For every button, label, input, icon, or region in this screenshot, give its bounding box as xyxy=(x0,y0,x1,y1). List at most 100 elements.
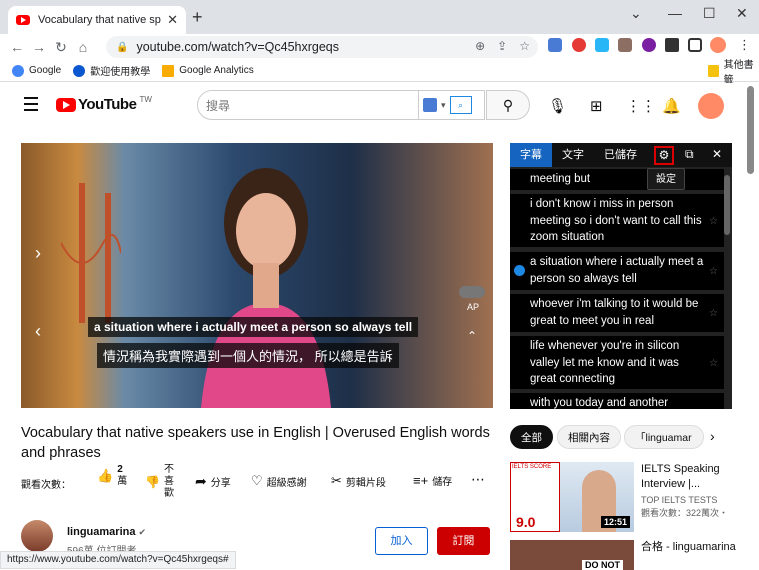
more-actions-icon[interactable]: ⋯ xyxy=(471,471,485,488)
avatar[interactable] xyxy=(698,93,724,119)
autoplay-toggle[interactable] xyxy=(459,286,485,298)
maximize-button[interactable]: ☐ xyxy=(703,5,716,22)
views-label: 觀看次數： xyxy=(21,480,71,491)
opera-extension-icon[interactable] xyxy=(572,38,586,52)
subtitle-line[interactable]: meeting but xyxy=(510,169,724,190)
save-button[interactable]: ≡+ 儲存 xyxy=(413,473,452,488)
bookmark-analytics[interactable]: Google Analytics xyxy=(162,64,254,77)
star-icon[interactable]: ☆ xyxy=(709,214,718,231)
lock-icon: 🔒 xyxy=(116,41,129,53)
chip-related[interactable]: 相關內容 xyxy=(557,425,621,449)
tab-saved[interactable]: 已儲存 xyxy=(594,143,647,167)
previous-arrow-icon[interactable]: › xyxy=(35,243,41,264)
tab-search-chevron-icon[interactable]: ⌄ xyxy=(630,5,642,22)
youtube-play-icon xyxy=(56,97,76,112)
related-views: 觀看次數：322萬次・ xyxy=(641,508,729,518)
related-thumbnail[interactable]: DO NOT xyxy=(510,540,634,570)
search-input[interactable]: 搜尋 xyxy=(197,90,419,120)
browser-tab-strip: Vocabulary that native speakers use ✕ + … xyxy=(0,0,759,34)
home-icon[interactable]: ⌂ xyxy=(72,39,94,55)
duration-badge: 12:51 xyxy=(600,516,630,528)
back-arrow-icon[interactable]: ‹ xyxy=(35,321,41,342)
translate-icon[interactable] xyxy=(423,98,437,112)
install-app-icon[interactable]: ⊕ xyxy=(475,39,485,53)
reload-icon[interactable]: ↻ xyxy=(50,39,72,56)
add-to-playlist-icon: ≡+ xyxy=(413,473,429,488)
bookmark-star-icon[interactable]: ☆ xyxy=(519,39,530,53)
share-button[interactable]: ➦ 分享 xyxy=(195,473,231,490)
subtitle-line[interactable]: whoever i'm talking to it would be great… xyxy=(510,294,724,332)
dropdown-arrow-icon[interactable]: ▾ xyxy=(441,100,446,111)
like-button[interactable]: 👍 2 萬 xyxy=(97,464,127,488)
hamburger-menu-icon[interactable] xyxy=(24,97,38,115)
close-tab-icon[interactable]: ✕ xyxy=(167,12,178,28)
notifications-bell-icon[interactable]: 🔔 xyxy=(662,97,681,115)
subtitle-line[interactable]: life whenever you're in silicon valley l… xyxy=(510,336,724,389)
extension-icon[interactable] xyxy=(642,38,656,52)
dislike-button[interactable]: 👎 不喜歡 xyxy=(145,464,175,500)
star-icon[interactable]: ☆ xyxy=(709,306,718,323)
tab-text[interactable]: 文字 xyxy=(552,143,594,167)
video-player[interactable]: › ‹ AP ⌃ a situation where i actually me… xyxy=(21,143,493,408)
tab-subtitles[interactable]: 字幕 xyxy=(510,143,552,167)
bridge-background-image xyxy=(61,183,121,323)
folder-icon xyxy=(708,64,719,77)
close-panel-icon[interactable]: ✕ xyxy=(712,147,722,161)
subtitle-line[interactable]: with you today and another xyxy=(510,393,724,409)
tab-title: Vocabulary that native speakers use xyxy=(38,14,161,26)
browser-tab[interactable]: Vocabulary that native speakers use ✕ xyxy=(8,6,186,34)
popout-icon[interactable]: ⧉ xyxy=(685,147,694,162)
back-icon[interactable]: ← xyxy=(6,39,28,55)
subscribe-button[interactable]: 訂閱 xyxy=(437,527,490,555)
youtube-favicon-icon xyxy=(16,15,30,25)
address-bar[interactable]: 🔒 youtube.com/watch?v=Qc45hxrgeqs ⊕ ⇪ ☆ xyxy=(106,36,538,58)
related-thumbnail[interactable]: IELTS SCORE 9.0 12:51 xyxy=(510,462,634,532)
channel-avatar[interactable] xyxy=(21,520,53,552)
page-scrollbar[interactable] xyxy=(747,86,754,174)
ap-label: AP xyxy=(467,302,480,312)
new-tab-button[interactable]: + xyxy=(192,7,203,28)
youtube-logo[interactable]: YouTube TW xyxy=(56,95,152,113)
chip-all[interactable]: 全部 xyxy=(510,425,553,449)
extension-icon[interactable] xyxy=(595,38,609,52)
browser-menu-icon[interactable]: ⋮ xyxy=(738,37,751,53)
minimize-button[interactable]: — xyxy=(668,5,682,21)
subtitle-line-active[interactable]: a situation where i actually meet a pers… xyxy=(510,252,724,290)
keyboard-search-icon[interactable]: ⌕ xyxy=(449,96,472,114)
settings-tooltip: 設定 xyxy=(647,168,685,190)
thumbs-up-icon: 👍 xyxy=(97,468,114,483)
related-title[interactable]: IELTS Speaking Interview |... xyxy=(641,462,741,492)
related-title[interactable]: 合格 - linguamarina xyxy=(641,540,741,555)
side-panel-icon[interactable] xyxy=(688,38,702,52)
close-window-button[interactable]: ✕ xyxy=(736,5,748,22)
puzzle-extensions-icon[interactable] xyxy=(665,38,679,52)
verified-icon: ✔ xyxy=(138,527,147,537)
forward-icon[interactable]: → xyxy=(28,39,50,55)
video-title: Vocabulary that native speakers use in E… xyxy=(21,425,490,461)
bookmark-google[interactable]: Google xyxy=(12,64,61,77)
other-bookmarks[interactable]: 其他書籤 xyxy=(708,56,759,86)
star-icon[interactable]: ☆ xyxy=(709,356,718,373)
microphone-icon[interactable]: 🎙 xyxy=(548,97,567,115)
join-button[interactable]: 加入 xyxy=(375,527,428,555)
clip-button[interactable]: ✂ 剪輯片段 xyxy=(331,473,386,489)
search-button[interactable]: ⚲ xyxy=(486,90,530,120)
settings-gear-icon[interactable]: ⚙ xyxy=(654,146,674,165)
star-icon[interactable]: ☆ xyxy=(709,264,718,281)
chevron-right-icon[interactable]: › xyxy=(710,428,715,444)
panel-scrollbar[interactable] xyxy=(724,175,730,235)
chip-channel[interactable]: 「linguamar xyxy=(624,425,704,449)
create-video-icon[interactable]: ⊞ xyxy=(590,97,603,115)
search-extensions: ▾ ⌕ xyxy=(419,90,485,120)
video-actions: 觀看次數： 👍 2 萬 👎 不喜歡 ➦ 分享 ♡ 超級感謝 ✂ 剪輯片段 ≡+ … xyxy=(21,464,491,504)
profile-avatar[interactable] xyxy=(710,37,726,53)
share-icon[interactable]: ⇪ xyxy=(497,39,507,53)
bookmark-welcome[interactable]: 歡迎使用教學 xyxy=(73,63,150,78)
channel-name[interactable]: linguamarina ✔ xyxy=(67,526,146,538)
thanks-button[interactable]: ♡ 超級感謝 xyxy=(251,473,307,489)
apps-grid-icon[interactable]: ⋮⋮ xyxy=(626,97,656,115)
extension-icon[interactable] xyxy=(618,38,632,52)
translate-extension-icon[interactable] xyxy=(548,38,562,52)
expand-icon[interactable]: ⌃ xyxy=(467,329,477,343)
subtitle-line[interactable]: i don't know i miss in person meeting so… xyxy=(510,194,724,247)
